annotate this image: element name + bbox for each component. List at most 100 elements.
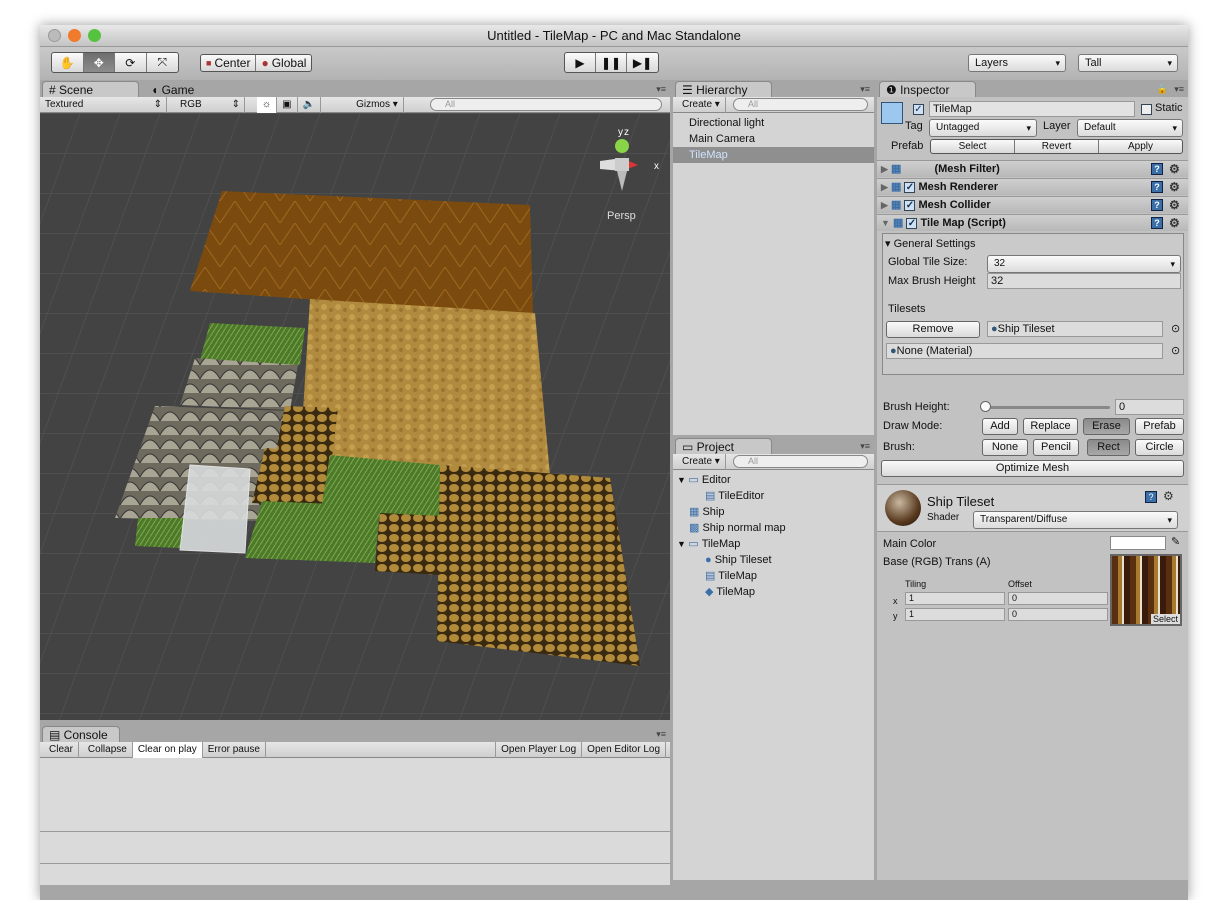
hierarchy-create-button[interactable]: Create ▾ bbox=[677, 96, 726, 113]
prefab-apply-button[interactable]: Apply bbox=[1099, 140, 1182, 153]
project-item[interactable]: ▤ TileEditor bbox=[673, 488, 874, 504]
tiling-y-input[interactable]: 1 bbox=[905, 608, 1005, 621]
gizmo-y-axis[interactable] bbox=[615, 139, 629, 153]
panel-menu-icon[interactable]: ▾≡ bbox=[860, 441, 870, 452]
static-checkbox[interactable] bbox=[1141, 104, 1152, 115]
channel-dropdown[interactable]: RGB ⇕ bbox=[175, 96, 245, 113]
project-item[interactable]: ▤ TileMap bbox=[673, 568, 874, 584]
tileset-field[interactable]: ●Ship Tileset bbox=[987, 321, 1163, 337]
layer-dropdown[interactable]: Default bbox=[1077, 119, 1183, 137]
tileset-field-empty[interactable]: ●None (Material) bbox=[886, 343, 1163, 359]
pivot-center-button[interactable]: ■ Center bbox=[201, 55, 257, 71]
remove-tileset-button[interactable]: Remove bbox=[886, 321, 980, 338]
close-window-button[interactable] bbox=[48, 29, 61, 42]
foldout-arrow-icon[interactable]: ▼ bbox=[677, 475, 688, 485]
move-tool-button[interactable]: ✥ bbox=[83, 53, 115, 72]
brush-height-input[interactable]: 0 bbox=[1115, 399, 1184, 415]
texture-select-button[interactable]: Select bbox=[1150, 614, 1180, 624]
foldout-arrow-icon[interactable]: ▶ bbox=[881, 182, 888, 192]
shader-dropdown[interactable]: Transparent/Diffuse bbox=[973, 511, 1178, 529]
brush-none-button[interactable]: None bbox=[982, 439, 1028, 456]
tag-dropdown[interactable]: Untagged bbox=[929, 119, 1037, 137]
lock-icon[interactable]: 🔒 bbox=[1157, 84, 1168, 95]
open-editor-log-button[interactable]: Open Editor Log bbox=[582, 741, 666, 758]
tab-project[interactable]: ▭ Project bbox=[675, 438, 772, 454]
optimize-mesh-button[interactable]: Optimize Mesh bbox=[881, 460, 1184, 477]
hierarchy-search-input[interactable]: All bbox=[733, 98, 868, 111]
brush-rect-button[interactable]: Rect bbox=[1087, 439, 1130, 456]
help-icon[interactable]: ? bbox=[1151, 217, 1163, 229]
eyedropper-icon[interactable]: ✎ bbox=[1171, 535, 1180, 548]
tab-game[interactable]: ◖ Game bbox=[144, 81, 201, 97]
help-icon[interactable]: ? bbox=[1151, 181, 1163, 193]
active-checkbox[interactable]: ✓ bbox=[913, 104, 924, 115]
general-settings-foldout[interactable]: ▾ General Settings bbox=[885, 237, 976, 250]
view-projection-label[interactable]: Persp bbox=[607, 210, 636, 222]
rotate-tool-button[interactable]: ⟳ bbox=[115, 53, 147, 72]
gizmos-dropdown[interactable]: Gizmos ▾ bbox=[351, 96, 404, 113]
tab-hierarchy[interactable]: ☰ Hierarchy bbox=[675, 81, 772, 97]
project-item[interactable]: ◆ TileMap bbox=[673, 584, 874, 600]
draw-mode-prefab-button[interactable]: Prefab bbox=[1135, 418, 1184, 435]
project-create-button[interactable]: Create ▾ bbox=[677, 453, 726, 470]
object-picker-icon[interactable]: ⊙ bbox=[1171, 344, 1180, 357]
zoom-window-button[interactable] bbox=[88, 29, 101, 42]
max-brush-height-input[interactable]: 32 bbox=[987, 273, 1181, 289]
tab-console[interactable]: ▤ Console bbox=[42, 726, 120, 742]
lighting-toggle[interactable]: ☼ bbox=[257, 96, 278, 113]
gear-icon[interactable]: ⚙ bbox=[1169, 161, 1180, 178]
audio-toggle[interactable]: 🔈 bbox=[298, 96, 322, 113]
gizmo-center[interactable] bbox=[615, 158, 629, 171]
brush-height-slider-thumb[interactable] bbox=[980, 401, 991, 412]
tiling-x-input[interactable]: 1 bbox=[905, 592, 1005, 605]
draw-mode-add-button[interactable]: Add bbox=[982, 418, 1018, 435]
project-item[interactable]: ● Ship Tileset bbox=[673, 552, 874, 568]
hierarchy-item[interactable]: Main Camera bbox=[673, 131, 874, 147]
console-collapse-button[interactable]: Collapse bbox=[83, 741, 133, 758]
component-header[interactable]: ▶ ▦ (Mesh Filter)? ⚙ bbox=[877, 160, 1188, 177]
foldout-arrow-icon[interactable]: ▶ bbox=[881, 200, 888, 210]
base-texture-slot[interactable]: Select bbox=[1110, 554, 1182, 626]
panel-menu-icon[interactable]: ▾≡ bbox=[656, 84, 666, 95]
foldout-arrow-icon[interactable]: ▼ bbox=[677, 539, 688, 549]
help-icon[interactable]: ? bbox=[1151, 199, 1163, 211]
main-color-swatch[interactable] bbox=[1110, 536, 1166, 550]
offset-x-input[interactable]: 0 bbox=[1008, 592, 1108, 605]
play-button[interactable]: ▶ bbox=[565, 53, 597, 72]
gear-icon[interactable]: ⚙ bbox=[1163, 489, 1174, 503]
console-clear-on-play-button[interactable]: Clear on play bbox=[132, 741, 203, 758]
gear-icon[interactable]: ⚙ bbox=[1169, 197, 1180, 214]
draw-mode-erase-button[interactable]: Erase bbox=[1083, 418, 1130, 435]
scale-tool-button[interactable]: ⤧ bbox=[147, 53, 178, 72]
foldout-arrow-icon[interactable]: ▼ bbox=[881, 218, 890, 228]
pivot-global-button[interactable]: ● Global bbox=[256, 55, 311, 71]
panel-menu-icon[interactable]: ▾≡ bbox=[656, 729, 666, 740]
pause-button[interactable]: ❚❚ bbox=[596, 53, 628, 72]
skybox-toggle[interactable]: ▣ bbox=[277, 96, 298, 113]
component-enabled-checkbox[interactable]: ✓ bbox=[904, 181, 916, 193]
object-name-input[interactable]: TileMap bbox=[929, 101, 1135, 117]
component-header[interactable]: ▶ ▦ ✓ Mesh Renderer? ⚙ bbox=[877, 178, 1188, 195]
render-mode-dropdown[interactable]: Textured ⇕ bbox=[40, 96, 167, 113]
layers-dropdown[interactable]: Layers bbox=[968, 54, 1066, 72]
brush-pencil-button[interactable]: Pencil bbox=[1033, 439, 1079, 456]
brush-circle-button[interactable]: Circle bbox=[1135, 439, 1184, 456]
project-item[interactable]: ▩ Ship normal map bbox=[673, 520, 874, 536]
scene-search-input[interactable]: All bbox=[430, 98, 662, 111]
hierarchy-item[interactable]: Directional light bbox=[673, 115, 874, 131]
step-button[interactable]: ▶❚ bbox=[627, 53, 658, 72]
draw-mode-replace-button[interactable]: Replace bbox=[1023, 418, 1078, 435]
brush-height-slider[interactable] bbox=[985, 406, 1110, 409]
help-icon[interactable]: ? bbox=[1151, 163, 1163, 175]
project-item[interactable]: ▼ ▭ Editor bbox=[673, 472, 874, 488]
prefab-revert-button[interactable]: Revert bbox=[1015, 140, 1099, 153]
global-tile-size-dropdown[interactable]: 32 bbox=[987, 255, 1181, 273]
panel-menu-icon[interactable]: ▾≡ bbox=[860, 84, 870, 95]
component-header[interactable]: ▼ ▦ ✓ Tile Map (Script)? ⚙ bbox=[877, 214, 1188, 231]
tab-inspector[interactable]: ❶ Inspector bbox=[879, 81, 976, 97]
gear-icon[interactable]: ⚙ bbox=[1169, 215, 1180, 232]
project-search-input[interactable]: All bbox=[733, 455, 868, 468]
hand-tool-button[interactable]: ✋ bbox=[52, 53, 84, 72]
project-item[interactable]: ▦ Ship bbox=[673, 504, 874, 520]
hierarchy-item-selected[interactable]: TileMap bbox=[673, 147, 874, 163]
